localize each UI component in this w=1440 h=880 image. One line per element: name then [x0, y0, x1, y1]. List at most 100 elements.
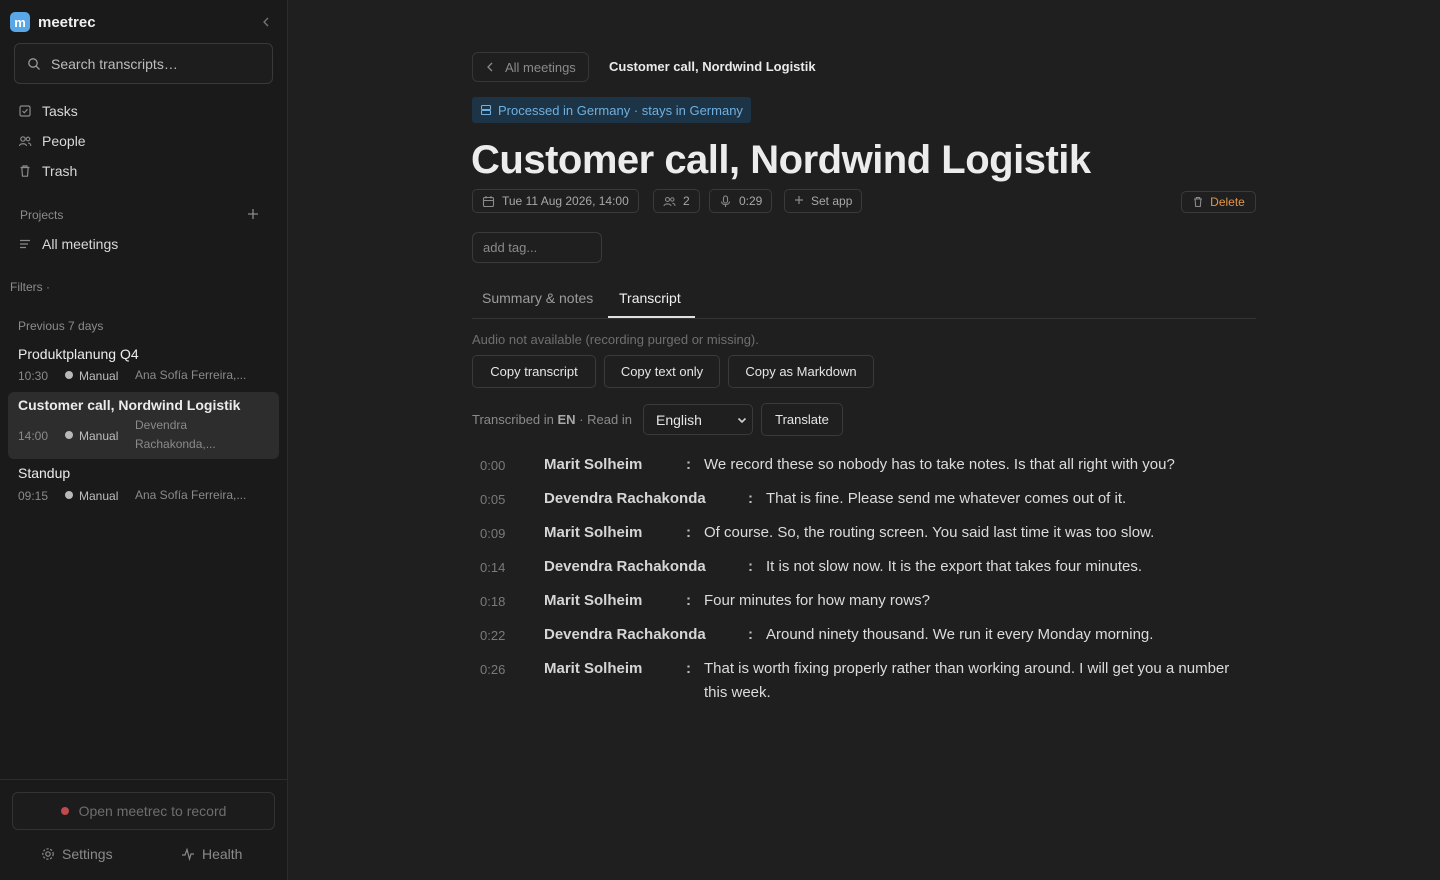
- timestamp[interactable]: 0:18: [480, 594, 505, 609]
- meeting-time: 14:00: [18, 429, 49, 443]
- nav-label: Trash: [42, 163, 78, 179]
- speaker-separator: :: [748, 626, 753, 643]
- timestamp[interactable]: 0:09: [480, 526, 505, 541]
- back-label: All meetings: [505, 59, 576, 75]
- meeting-list-item[interactable]: Standup 09:15 Manual Ana Sofía Ferreira,…: [8, 460, 279, 508]
- chevron-down-icon: [736, 414, 748, 426]
- nav-label: All meetings: [42, 236, 119, 252]
- date-chip[interactable]: Tue 11 Aug 2026, 14:00: [472, 189, 639, 213]
- page-title[interactable]: Customer call, Nordwind Logistik: [471, 138, 1091, 183]
- source-dot: [65, 371, 73, 379]
- copy-transcript-button[interactable]: Copy transcript: [472, 355, 596, 388]
- speaker-name: Marit Solheim: [544, 524, 643, 541]
- back-to-all-meetings-button[interactable]: All meetings: [472, 52, 589, 82]
- timestamp[interactable]: 0:14: [480, 560, 505, 575]
- date-label: Tue 11 Aug 2026, 14:00: [502, 194, 629, 208]
- region-badge: Processed in Germany · stays in Germany: [472, 97, 751, 123]
- meeting-people: Devendra Rachakonda,...: [135, 418, 216, 451]
- tab-summary-notes[interactable]: Summary & notes: [482, 290, 593, 306]
- people-icon: [663, 195, 676, 208]
- timestamp[interactable]: 0:26: [480, 662, 505, 677]
- meeting-time: 10:30: [18, 369, 49, 383]
- meeting-source: Manual: [79, 369, 119, 383]
- meeting-source: Manual: [79, 429, 119, 443]
- health-link[interactable]: Health: [181, 846, 242, 862]
- speaker-name: Marit Solheim: [544, 456, 643, 473]
- microphone-icon: [719, 194, 732, 208]
- delete-label: Delete: [1210, 195, 1245, 209]
- sidebar: m meetrec Tasks People Trash Projects: [0, 0, 288, 880]
- translate-button[interactable]: Translate: [761, 403, 843, 436]
- speaker-name: Marit Solheim: [544, 660, 643, 677]
- utterance-text: We record these so nobody has to take no…: [704, 456, 1175, 473]
- meeting-list-item-active[interactable]: Customer call, Nordwind Logistik 14:00 M…: [8, 392, 279, 459]
- speaker-separator: :: [686, 524, 691, 541]
- audio-status-note: Audio not available (recording purged or…: [472, 332, 759, 347]
- sidebar-footer: Open meetrec to record Settings Health: [0, 779, 287, 880]
- active-tab-indicator: [608, 316, 695, 318]
- add-tag-input[interactable]: [472, 232, 602, 263]
- add-project-icon[interactable]: [245, 206, 261, 222]
- search-input[interactable]: [51, 55, 251, 72]
- copy-text-only-button[interactable]: Copy text only: [604, 355, 720, 388]
- group-label: Previous 7 days: [18, 319, 104, 333]
- meeting-people: Ana Sofía Ferreira,...: [135, 368, 247, 382]
- duration-chip[interactable]: 0:29: [709, 189, 773, 213]
- meeting-people: Ana Sofía Ferreira,...: [135, 488, 247, 502]
- speaker-name: Devendra Rachakonda: [544, 490, 706, 507]
- participants-chip[interactable]: 2: [653, 189, 700, 213]
- timestamp[interactable]: 0:00: [480, 458, 505, 473]
- pulse-icon: [181, 847, 195, 861]
- main-content: All meetings Customer call, Nordwind Log…: [288, 0, 1440, 880]
- health-label: Health: [202, 846, 243, 862]
- copy-as-markdown-button[interactable]: Copy as Markdown: [728, 355, 874, 388]
- record-label: Open meetrec to record: [78, 803, 227, 819]
- speaker-separator: :: [686, 456, 691, 473]
- nav-tasks[interactable]: Tasks: [18, 100, 78, 122]
- list-icon: [18, 237, 32, 251]
- collapse-sidebar-icon[interactable]: [258, 14, 274, 30]
- nav-trash[interactable]: Trash: [18, 160, 77, 182]
- nav-all-meetings[interactable]: All meetings: [18, 233, 118, 255]
- meeting-time: 09:15: [18, 489, 49, 503]
- duration-label: 0:29: [739, 194, 763, 208]
- delete-button[interactable]: Delete: [1181, 191, 1256, 213]
- language-select[interactable]: English: [643, 404, 753, 435]
- server-icon: [480, 104, 492, 116]
- timestamp[interactable]: 0:05: [480, 492, 505, 507]
- meeting-title: Standup: [18, 465, 71, 481]
- nav-people[interactable]: People: [18, 130, 86, 152]
- utterance-text: Around ninety thousand. We run it every …: [766, 626, 1154, 643]
- filters-label[interactable]: Filters ·: [10, 280, 50, 294]
- speaker-separator: :: [686, 592, 691, 609]
- search-icon: [27, 57, 41, 71]
- app-name: meetrec: [38, 13, 96, 31]
- settings-link[interactable]: Settings: [41, 846, 113, 862]
- transcription-language-info: Transcribed in EN · Read in: [472, 412, 632, 427]
- record-dot-icon: [60, 807, 69, 815]
- source-dot: [65, 491, 73, 499]
- set-app-label: Set app: [811, 194, 853, 208]
- nav-label: Tasks: [42, 103, 78, 119]
- meeting-list-item[interactable]: Produktplanung Q4 10:30 Manual Ana Sofía…: [8, 340, 279, 388]
- utterance-text: It is not slow now. It is the export tha…: [766, 558, 1143, 575]
- meeting-source: Manual: [79, 489, 119, 503]
- speaker-separator: :: [748, 490, 753, 507]
- open-to-record-button[interactable]: Open meetrec to record: [12, 792, 275, 830]
- meeting-title: Customer call, Nordwind Logistik: [18, 397, 241, 413]
- participants-count: 2: [683, 194, 690, 208]
- set-app-button[interactable]: Set app: [784, 189, 863, 213]
- language-value: English: [656, 411, 702, 428]
- region-badge-label: Processed in Germany · stays in Germany: [498, 102, 743, 118]
- app-logo: m: [10, 12, 30, 32]
- breadcrumb: Customer call, Nordwind Logistik: [609, 59, 816, 74]
- search-box[interactable]: [14, 43, 273, 84]
- timestamp[interactable]: 0:22: [480, 628, 505, 643]
- brand[interactable]: m meetrec: [10, 11, 96, 33]
- settings-label: Settings: [62, 846, 113, 862]
- tab-transcript[interactable]: Transcript: [619, 290, 681, 306]
- chevron-left-icon: [485, 61, 495, 73]
- utterance-text: That is fine. Please send me whatever co…: [766, 490, 1127, 507]
- transcribed-prefix: Transcribed in: [472, 412, 554, 427]
- speaker-name: Marit Solheim: [544, 592, 643, 609]
